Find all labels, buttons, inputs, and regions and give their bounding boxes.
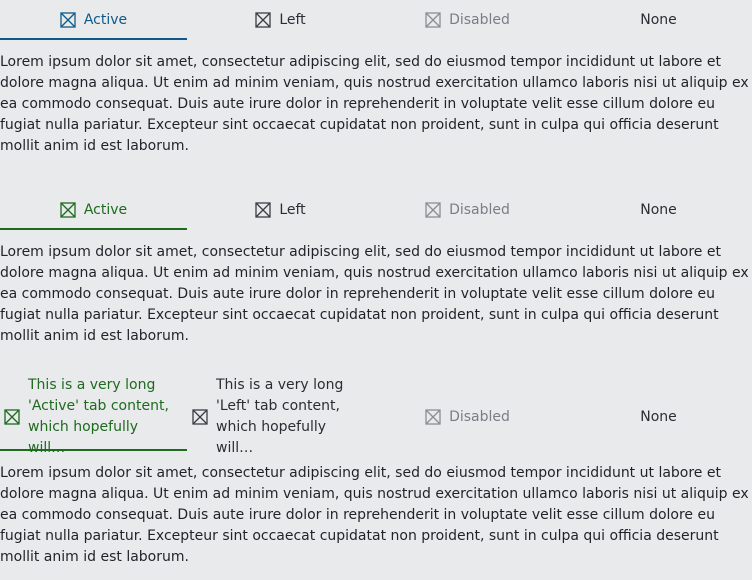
tab-disabled: Disabled — [374, 384, 561, 450]
tab-none[interactable]: None — [565, 384, 752, 450]
tab-label-line: 'Active' tab content, — [28, 398, 169, 414]
square-x-icon — [425, 202, 441, 218]
tab-label: None — [640, 12, 677, 28]
tab-label-line: which hopefully will… — [28, 419, 139, 456]
tab-label-line: This is a very long — [28, 377, 156, 393]
square-x-icon — [255, 12, 271, 28]
tab-group-2: Active Left Disabled None Lorem ipsum do… — [0, 190, 752, 360]
tab-label-line: which hopefully will… — [216, 419, 327, 456]
square-x-icon — [192, 409, 208, 425]
tab-label: Disabled — [449, 202, 510, 218]
tab-active[interactable]: This is a very long 'Active' tab content… — [0, 377, 187, 456]
square-x-icon — [425, 12, 441, 28]
tab-label: None — [640, 409, 677, 425]
tab-label: Left — [279, 202, 306, 218]
square-x-icon — [60, 12, 76, 28]
square-x-icon — [425, 409, 441, 425]
tab-label: Disabled — [449, 409, 510, 425]
tab-disabled: Disabled — [374, 190, 561, 230]
tab-label: Active — [83, 202, 128, 218]
tab-none[interactable]: None — [565, 0, 752, 40]
tab-active[interactable]: Active — [0, 0, 187, 40]
tab-panel-text: Lorem ipsum dolor sit amet, consectetur … — [0, 465, 749, 565]
tab-disabled: Disabled — [374, 0, 561, 40]
tab-label: Disabled — [449, 12, 510, 28]
tab-left[interactable]: Left — [187, 190, 374, 230]
tab-panel-text: Lorem ipsum dolor sit amet, consectetur … — [0, 244, 749, 344]
tab-group-3: This is a very long 'Active' tab content… — [0, 377, 752, 580]
tab-active[interactable]: Active — [0, 190, 187, 230]
tab-left[interactable]: Left — [187, 0, 374, 40]
square-x-icon — [255, 202, 271, 218]
tab-panel-text: Lorem ipsum dolor sit amet, consectetur … — [0, 54, 749, 154]
tab-left[interactable]: This is a very long 'Left' tab content, … — [187, 377, 374, 456]
tab-none[interactable]: None — [565, 190, 752, 230]
square-x-icon — [4, 409, 20, 425]
tab-group-1: Active Left Disabled None Lorem ipsum do… — [0, 0, 752, 170]
active-tab-indicator — [0, 228, 187, 230]
tab-label: None — [640, 202, 677, 218]
square-x-icon — [60, 202, 76, 218]
tab-label-line: This is a very long — [216, 377, 344, 393]
tab-label: This is a very long 'Active' tab content… — [28, 375, 173, 459]
tab-label: This is a very long 'Left' tab content, … — [216, 375, 361, 459]
active-tab-indicator — [0, 38, 187, 40]
tab-label-line: 'Left' tab content, — [216, 398, 340, 414]
tab-label: Left — [279, 12, 306, 28]
active-tab-indicator — [0, 449, 187, 451]
tab-label: Active — [83, 12, 128, 28]
